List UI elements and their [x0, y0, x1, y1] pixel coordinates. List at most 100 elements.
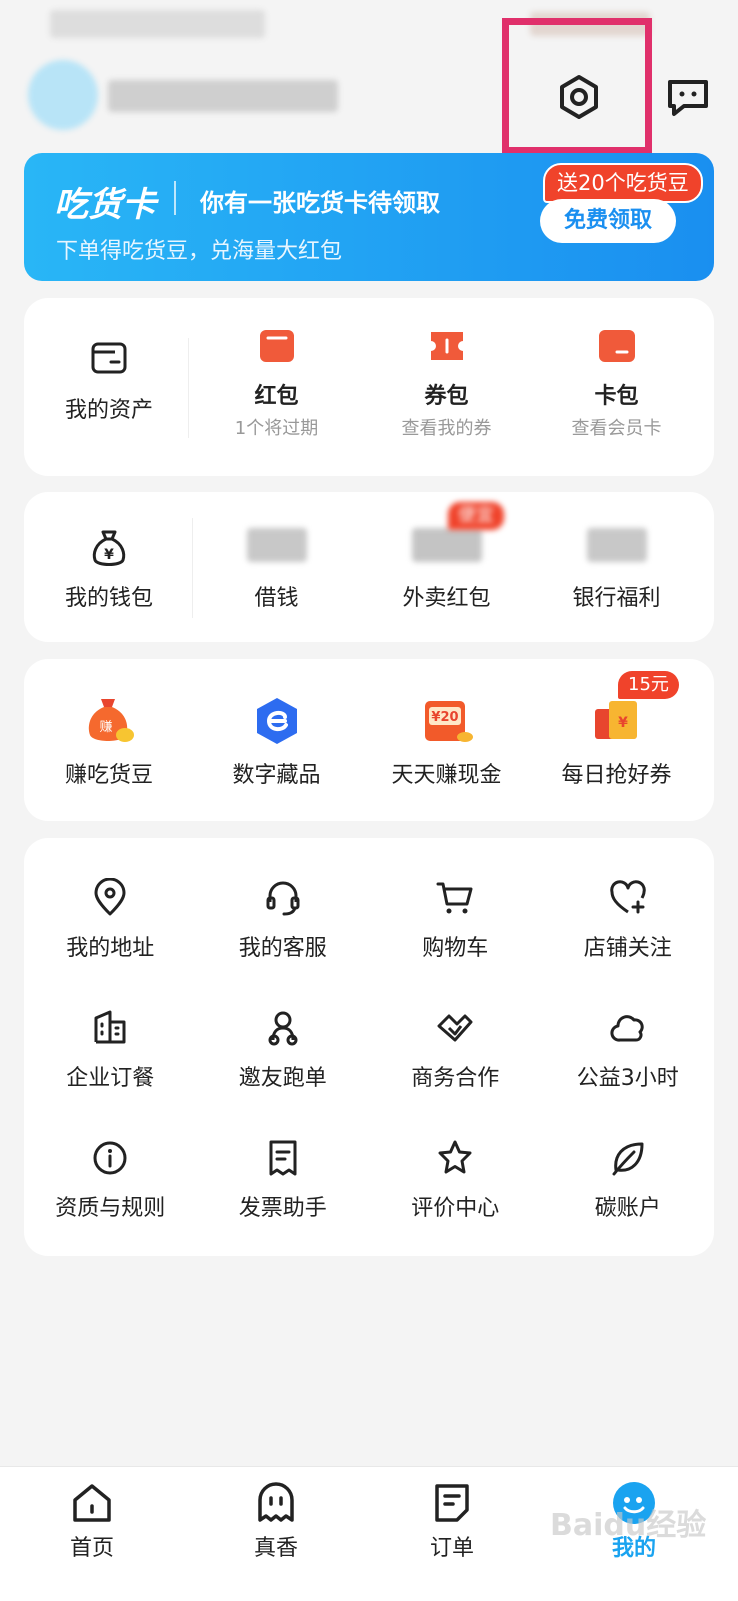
red-packet-label: 红包 [254, 384, 299, 409]
customer-service[interactable]: 我的客服 [197, 878, 370, 962]
assets-divider [188, 338, 189, 438]
charity-hours-label: 公益3小时 [576, 1066, 679, 1091]
followed-stores[interactable]: 店铺关注 [542, 878, 715, 962]
bank-benefits-icon [586, 528, 647, 562]
bank-benefits-label: 银行福利 [572, 586, 661, 611]
cheap-badge: 便宜 [448, 502, 504, 530]
earn-card: 赚 赚吃货豆 数字藏品 ¥20 天天赚现金 ¥ 每日抢好券 15元 [24, 659, 714, 821]
ghost-icon [258, 1482, 294, 1522]
my-assets[interactable]: 我的资产 [44, 338, 174, 424]
review-center-label: 评价中心 [411, 1196, 500, 1221]
services-grid: 我的地址 我的客服 购物车 店铺关注 企业订餐 邀友跑单 商务合作 公益3小时 … [24, 878, 714, 1222]
takeout-red-packet[interactable]: 外卖红包 [384, 528, 509, 612]
wallet-icon [91, 342, 127, 374]
coupon-wallet-sub: 查看我的券 [401, 418, 492, 439]
settings-button[interactable] [554, 72, 604, 122]
card-icon [598, 330, 635, 362]
building-icon [94, 1010, 126, 1044]
invite-rider[interactable]: 邀友跑单 [197, 1008, 370, 1092]
coupon-badge: 15元 [618, 671, 679, 699]
my-wallet-label: 我的钱包 [64, 586, 153, 611]
heart-plus-icon [610, 880, 646, 914]
nav-orders[interactable]: 订单 [392, 1480, 512, 1562]
followed-stores-label: 店铺关注 [583, 936, 672, 961]
earn-beans-label: 赚吃货豆 [64, 763, 153, 788]
receipt-icon [269, 1140, 297, 1176]
leaf-icon [612, 1142, 644, 1176]
ticket-icon [430, 332, 463, 360]
takeout-red-packet-icon [411, 528, 482, 562]
invoice-assistant[interactable]: 发票助手 [197, 1138, 370, 1222]
borrow-money[interactable]: 借钱 [214, 528, 339, 612]
svg-text:赚: 赚 [99, 719, 112, 735]
bonus-badge: 送20个吃货豆 [543, 163, 703, 203]
info-icon [93, 1141, 127, 1175]
handshake-icon [437, 1014, 473, 1042]
username[interactable] [108, 80, 338, 112]
card-wallet-label: 卡包 [594, 384, 639, 409]
coupon-wallet-label: 券包 [424, 384, 469, 409]
order-icon [435, 1484, 469, 1522]
money-bag-outline-icon: ¥ [92, 530, 126, 566]
qualifications-rules-label: 资质与规则 [55, 1196, 166, 1221]
invite-rider-label: 邀友跑单 [238, 1066, 327, 1091]
my-address-label: 我的地址 [66, 936, 155, 961]
star-icon [438, 1140, 472, 1174]
baidu-watermark: Baidu经验 [550, 1508, 707, 1543]
corporate-dining[interactable]: 企业订餐 [24, 1008, 197, 1092]
wallet-divider [192, 518, 193, 618]
banner-subtitle: 下单得吃货豆，兑海量大红包 [56, 239, 343, 264]
my-wallet[interactable]: ¥ 我的钱包 [44, 528, 174, 612]
coupon-wallet[interactable]: 券包 查看我的券 [384, 328, 509, 440]
coupon-icon: ¥ [594, 701, 637, 739]
banner-title: 你有一张吃货卡待领取 [200, 189, 440, 217]
message-button[interactable] [664, 76, 712, 120]
qualifications-rules[interactable]: 资质与规则 [24, 1138, 197, 1222]
nav-discover[interactable]: 真香 [216, 1480, 336, 1562]
daily-coupon[interactable]: ¥ 每日抢好券 [554, 695, 679, 789]
money-bag-icon: 赚 [88, 699, 134, 742]
wallet-card: ¥ 我的钱包 借钱 外卖红包 便宜 银行福利 [24, 492, 714, 642]
home-icon [73, 1484, 111, 1522]
svg-text:¥: ¥ [618, 715, 628, 731]
assets-card: 我的资产 红包 1个将过期 券包 查看我的券 卡包 查看会员卡 [24, 298, 714, 476]
claim-button[interactable]: 免费领取 [540, 199, 676, 243]
my-assets-label: 我的资产 [64, 398, 153, 423]
my-address[interactable]: 我的地址 [24, 878, 197, 962]
gear-icon [560, 75, 598, 119]
review-center[interactable]: 评价中心 [369, 1138, 542, 1222]
foodie-card-logo: 吃货卡 [54, 185, 156, 225]
cash-envelope-icon: ¥20 [424, 701, 473, 742]
rider-icon [268, 1011, 298, 1046]
avatar[interactable] [28, 60, 98, 130]
card-wallet[interactable]: 卡包 查看会员卡 [554, 328, 679, 440]
shopping-cart[interactable]: 购物车 [369, 878, 542, 962]
daily-cash[interactable]: ¥20 天天赚现金 [384, 695, 509, 789]
svg-text:¥: ¥ [104, 547, 114, 563]
services-card: 我的地址 我的客服 购物车 店铺关注 企业订餐 邀友跑单 商务合作 公益3小时 … [24, 838, 714, 1256]
bank-benefits[interactable]: 银行福利 [554, 528, 679, 612]
cash-envelope-amount: ¥20 [431, 710, 458, 725]
carbon-account[interactable]: 碳账户 [542, 1138, 715, 1222]
digital-collectibles[interactable]: 数字藏品 [214, 695, 339, 789]
red-packet[interactable]: 红包 1个将过期 [214, 328, 339, 440]
nav-home[interactable]: 首页 [32, 1480, 152, 1562]
daily-cash-label: 天天赚现金 [391, 763, 502, 788]
nav-home-label: 首页 [69, 1536, 114, 1561]
chat-icon [668, 80, 708, 116]
borrow-money-label: 借钱 [254, 586, 299, 611]
borrow-money-icon [246, 528, 307, 562]
takeout-red-packet-label: 外卖红包 [402, 586, 491, 611]
cart-icon [436, 882, 473, 914]
corporate-dining-label: 企业订餐 [66, 1066, 155, 1091]
business-cooperation[interactable]: 商务合作 [369, 1008, 542, 1092]
earn-beans[interactable]: 赚 赚吃货豆 [44, 695, 174, 789]
shopping-cart-label: 购物车 [422, 936, 489, 961]
foodie-card-banner[interactable]: 吃货卡 你有一张吃货卡待领取 下单得吃货豆，兑海量大红包 送20个吃货豆 免费领… [24, 153, 714, 281]
charity-hours[interactable]: 公益3小时 [542, 1008, 715, 1092]
carbon-account-label: 碳账户 [594, 1196, 661, 1221]
banner-divider [174, 181, 176, 215]
card-wallet-sub: 查看会员卡 [571, 418, 662, 439]
daily-coupon-label: 每日抢好券 [561, 763, 672, 788]
invoice-assistant-label: 发票助手 [238, 1196, 327, 1221]
